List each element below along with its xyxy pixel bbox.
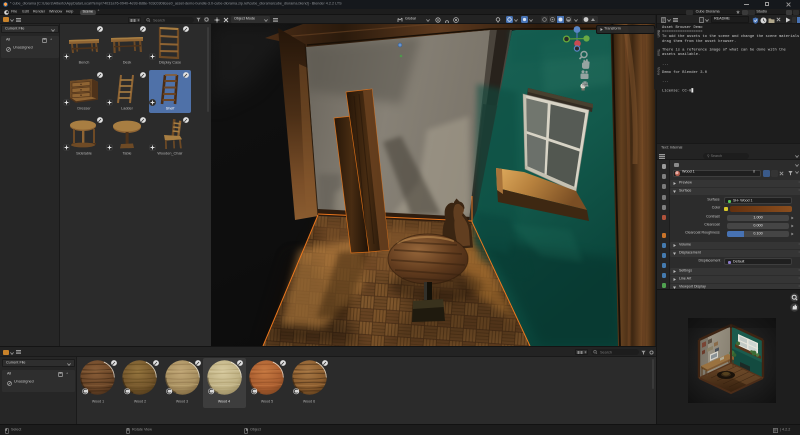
svg-text:Search: Search [153, 18, 165, 22]
svg-text:Search: Search [600, 350, 612, 354]
